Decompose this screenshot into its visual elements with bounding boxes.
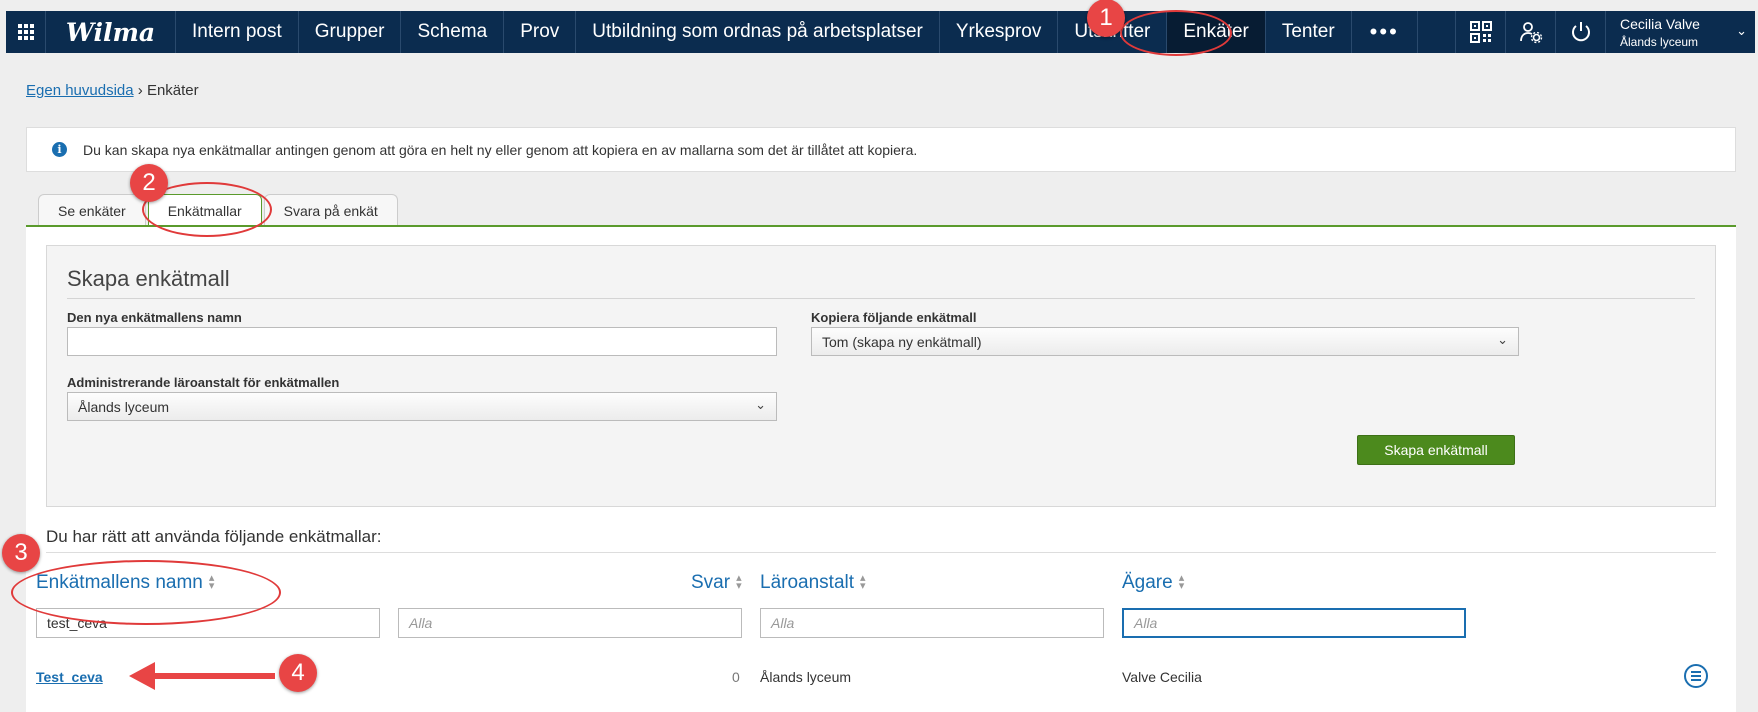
- copy-template-value: Tom (skapa ny enkätmall): [822, 333, 982, 350]
- highlight-ellipse-enkater: [1120, 10, 1232, 56]
- sort-icon: ▴ ▾: [1178, 572, 1185, 592]
- menu-icon: [1691, 675, 1701, 677]
- name-label: Den nya enkätmallens namn: [67, 310, 242, 325]
- row-school-value: Ålands lyceum: [760, 669, 852, 685]
- power-icon: [1571, 22, 1590, 42]
- user-settings-icon: [1519, 22, 1542, 44]
- breadcrumb-separator: ›: [137, 82, 143, 99]
- nav-item-yrkesprov[interactable]: Yrkesprov: [940, 11, 1059, 53]
- wilma-logo[interactable]: Wilma: [46, 11, 176, 53]
- nav-item-prov[interactable]: Prov: [504, 11, 577, 53]
- nav-item-grupper[interactable]: Grupper: [299, 11, 402, 53]
- user-school: Ålands lyceum: [1620, 34, 1699, 49]
- annotation-badge-2: 2: [130, 164, 168, 202]
- form-title: Skapa enkätmall: [67, 266, 230, 291]
- table-row: Test_ceva: [36, 669, 103, 685]
- breadcrumb-home-link[interactable]: Egen huvudsida: [26, 82, 134, 99]
- column-header-agare-label: Ägare: [1122, 572, 1173, 593]
- tab-svara-pa-enkat[interactable]: Svara på enkät: [263, 194, 398, 226]
- templates-divider: [46, 552, 1716, 553]
- column-header-laroanstalt-label: Läroanstalt: [760, 572, 855, 593]
- user-settings-button[interactable]: [1505, 11, 1555, 53]
- column-header-agare[interactable]: Ägare ▴ ▾: [1122, 572, 1184, 594]
- nav-item-intern-post[interactable]: Intern post: [176, 11, 299, 53]
- sort-icon: ▴ ▾: [860, 572, 866, 592]
- chevron-down-icon: ⌄: [755, 397, 766, 412]
- more-menu-button[interactable]: •••: [1352, 11, 1418, 53]
- main-panel: Skapa enkätmall Den nya enkätmallens nam…: [26, 227, 1736, 712]
- breadcrumb: Egen huvudsida › Enkäter: [26, 82, 199, 99]
- apps-menu-button[interactable]: [6, 11, 46, 53]
- qr-code-button[interactable]: [1455, 11, 1505, 53]
- column-header-svar[interactable]: Svar ▴ ▾: [691, 572, 742, 594]
- annotation-badge-4: 4: [279, 654, 317, 692]
- column-header-laroanstalt[interactable]: Läroanstalt ▴ ▾: [760, 572, 866, 594]
- template-name-input[interactable]: [67, 327, 777, 356]
- nav-item-schema[interactable]: Schema: [401, 11, 505, 53]
- user-menu[interactable]: Cecilia Valve Ålands lyceum ⌄: [1605, 11, 1755, 53]
- school-select[interactable]: Ålands lyceum ⌄: [67, 392, 777, 421]
- tab-se-enkater[interactable]: Se enkäter: [38, 194, 146, 226]
- info-icon: i: [52, 142, 67, 157]
- nav-item-utbildning[interactable]: Utbildning som ordnas på arbetsplatser: [576, 11, 940, 53]
- info-text: Du kan skapa nya enkätmallar antingen ge…: [83, 141, 918, 158]
- highlight-ellipse-name-column: [11, 560, 281, 625]
- create-template-form: Skapa enkätmall Den nya enkätmallens nam…: [46, 245, 1716, 507]
- row-svar-value: 0: [732, 669, 740, 685]
- breadcrumb-current: Enkäter: [146, 82, 199, 99]
- top-navigation: Wilma Intern post Grupper Schema Prov Ut…: [6, 11, 1755, 53]
- user-info: Cecilia Valve Ålands lyceum: [1620, 16, 1700, 49]
- column-header-svar-label: Svar: [691, 572, 731, 593]
- row-menu-button[interactable]: [1684, 664, 1708, 688]
- templates-heading: Du har rätt att använda följande enkätma…: [46, 527, 382, 546]
- form-divider: [67, 298, 1695, 299]
- info-box: i Du kan skapa nya enkätmallar antingen …: [26, 127, 1736, 172]
- create-template-button[interactable]: Skapa enkätmall: [1357, 435, 1515, 465]
- annotation-arrow: [129, 662, 275, 690]
- filter-owner-input[interactable]: Alla: [1122, 608, 1466, 638]
- filter-svar-input[interactable]: Alla: [398, 608, 742, 638]
- school-label: Administrerande läroanstalt för enkätmal…: [67, 375, 340, 390]
- school-value: Ålands lyceum: [78, 398, 170, 415]
- copy-template-select[interactable]: Tom (skapa ny enkätmall) ⌄: [811, 327, 1519, 356]
- grid-icon: [17, 24, 34, 40]
- chevron-down-icon: ⌄: [1497, 332, 1508, 347]
- annotation-badge-1: 1: [1087, 0, 1125, 37]
- qr-code-icon: [1469, 21, 1492, 43]
- logout-button[interactable]: [1555, 11, 1605, 53]
- filter-school-input[interactable]: Alla: [760, 608, 1104, 638]
- template-name-link[interactable]: Test_ceva: [36, 669, 103, 685]
- user-name: Cecilia Valve: [1620, 15, 1700, 32]
- nav-item-tenter[interactable]: Tenter: [1266, 11, 1352, 53]
- chevron-down-icon: ⌄: [1736, 23, 1747, 38]
- sort-icon: ▴ ▾: [736, 572, 742, 592]
- copy-label: Kopiera följande enkätmall: [811, 310, 977, 325]
- annotation-badge-3: 3: [2, 534, 40, 572]
- row-owner-value: Valve Cecilia: [1122, 669, 1202, 685]
